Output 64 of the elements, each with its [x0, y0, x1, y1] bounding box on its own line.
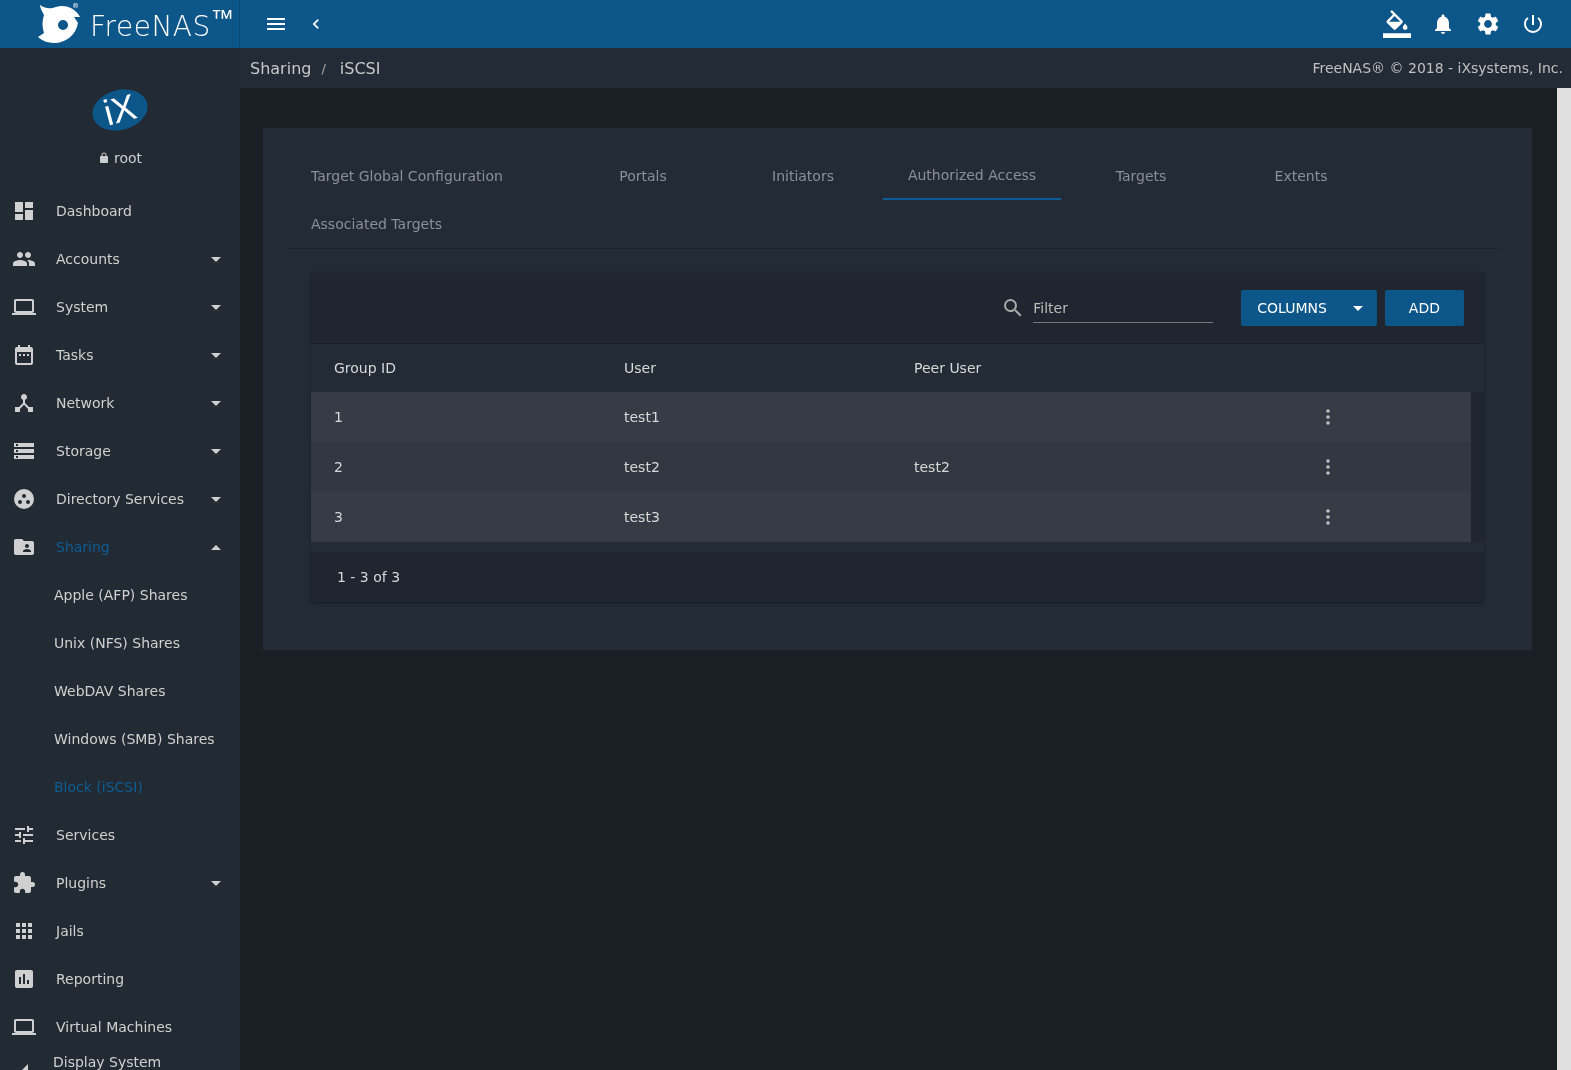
user-name: root — [113, 150, 143, 166]
sidebar-item[interactable]: System — [0, 283, 240, 331]
more-options-icon[interactable] — [1326, 409, 1330, 425]
table-cell: 2 — [334, 459, 343, 475]
table-cell: test3 — [624, 509, 660, 525]
breadcrumb-separator: / — [321, 60, 326, 76]
circle-dots-icon — [12, 487, 36, 511]
table-cell: test1 — [624, 409, 660, 425]
table-row[interactable]: 3 test3 — [311, 492, 1471, 542]
column-header[interactable]: Group ID — [334, 360, 624, 376]
sidebar-item[interactable]: Jails — [0, 907, 240, 955]
tab[interactable]: Extents — [1221, 152, 1381, 200]
table-row[interactable]: 2 test2 test2 — [311, 442, 1471, 492]
column-header[interactable]: Peer User — [914, 360, 1204, 376]
sidebar-item[interactable]: Storage — [0, 427, 240, 475]
tab[interactable]: Target Global Configuration — [287, 152, 563, 200]
sidebar-item[interactable]: Virtual Machines — [0, 1003, 240, 1051]
hub-icon — [12, 391, 36, 415]
triangle-icon — [20, 1064, 28, 1070]
sidebar-subitem[interactable]: WebDAV Shares — [0, 667, 240, 715]
tab[interactable]: Targets — [1061, 152, 1221, 200]
breadcrumb-item[interactable]: iSCSI — [339, 58, 381, 78]
settings-icon[interactable] — [1475, 11, 1501, 37]
paint-bucket-icon[interactable] — [1383, 10, 1411, 38]
caret-down-icon — [1352, 305, 1363, 311]
table-cell: 3 — [334, 509, 343, 525]
calendar-icon — [12, 343, 36, 367]
sliders-icon — [12, 823, 36, 847]
table-cell: test2 — [624, 459, 660, 475]
sidebar-item[interactable]: Directory Services — [0, 475, 240, 523]
tab[interactable]: Associated Targets — [287, 200, 466, 248]
breadcrumb-item[interactable]: Sharing — [250, 58, 312, 78]
dashboard-icon — [12, 199, 36, 223]
filter-field[interactable]: Filter — [1033, 293, 1214, 323]
chart-icon — [12, 967, 36, 991]
sidebar-item[interactable]: Plugins — [0, 859, 240, 907]
power-icon[interactable] — [1521, 12, 1545, 36]
add-button[interactable]: ADD — [1384, 290, 1464, 326]
sidebar-item[interactable]: Reporting — [0, 955, 240, 1003]
table-row[interactable]: 1 test1 — [311, 392, 1471, 442]
sidebar-item[interactable]: Dashboard — [0, 187, 240, 235]
tab[interactable]: Initiators — [723, 152, 883, 200]
more-options-icon[interactable] — [1326, 509, 1330, 525]
puzzle-icon — [12, 871, 36, 895]
sidebar-item[interactable]: Tasks — [0, 331, 240, 379]
sidebar-subitem[interactable]: Apple (AFP) Shares — [0, 571, 240, 619]
copyright-text: FreeNAS® © 2018 - iXsystems, Inc. — [1312, 60, 1563, 76]
sidebar-item[interactable]: Network — [0, 379, 240, 427]
sidebar-subitem[interactable]: Windows (SMB) Shares — [0, 715, 240, 763]
sidebar-item[interactable]: Services — [0, 811, 240, 859]
column-header[interactable]: User — [624, 360, 914, 376]
brand-name: FreeNAS$^{™}$ — [90, 4, 235, 44]
columns-button[interactable]: COLUMNS — [1241, 290, 1377, 326]
tab[interactable]: Authorized Access — [883, 152, 1061, 200]
table-cell: test2 — [914, 459, 950, 475]
scrollbar[interactable] — [1557, 88, 1571, 1070]
pagination-text: 1 - 3 of 3 — [337, 569, 401, 585]
more-options-icon[interactable] — [1326, 459, 1330, 475]
tab[interactable]: Portals — [563, 152, 723, 200]
table-cell: 1 — [334, 409, 343, 425]
sidebar-item[interactable]: Display System — [0, 1051, 240, 1070]
sidebar-subitem[interactable]: Unix (NFS) Shares — [0, 619, 240, 667]
lock-icon — [97, 152, 110, 164]
sidebar-item[interactable]: Accounts — [0, 235, 240, 283]
